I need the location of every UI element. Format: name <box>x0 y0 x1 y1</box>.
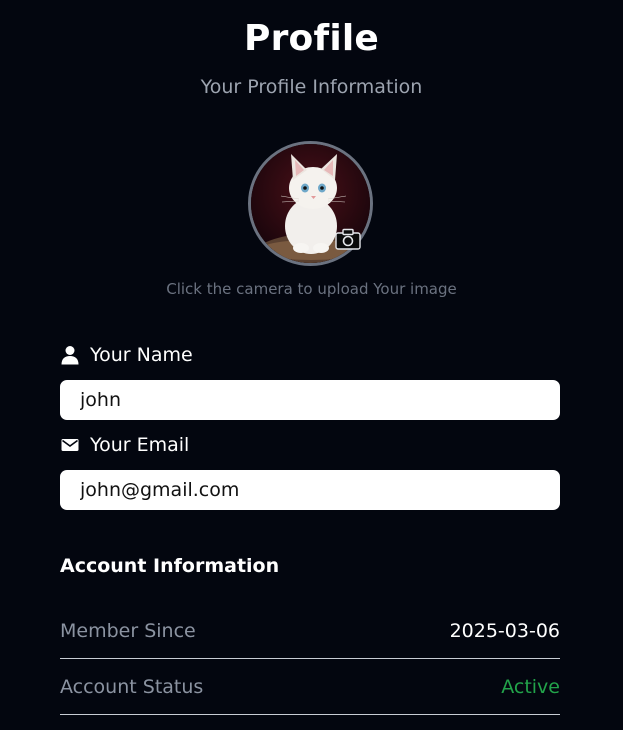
user-icon <box>61 346 79 365</box>
name-field-label: Your Name <box>60 344 193 366</box>
camera-icon[interactable] <box>335 228 361 250</box>
member-since-row: Member Since 2025-03-06 <box>60 603 560 659</box>
upload-hint: Click the camera to upload Your image <box>166 280 457 298</box>
email-field-label: Your Email <box>60 434 189 456</box>
page-title: Profile <box>243 18 380 59</box>
account-status-label: Account Status <box>60 675 204 698</box>
profile-page: Profile Your Profile Information Click t… <box>0 0 623 730</box>
page-subtitle: Your Profile Information <box>200 76 423 98</box>
email-input[interactable] <box>60 470 560 510</box>
avatar-container <box>248 141 373 266</box>
member-since-value: 2025-03-06 <box>449 619 560 642</box>
email-label-text: Your Email <box>90 434 190 456</box>
member-since-label: Member Since <box>60 619 196 642</box>
name-input[interactable] <box>60 380 560 420</box>
status-badge: Active <box>501 675 560 698</box>
account-section-title: Account Information <box>60 555 280 577</box>
upload-camera-button[interactable] <box>335 228 361 250</box>
account-status-row: Account Status Active <box>60 659 560 715</box>
envelope-icon <box>61 439 79 451</box>
name-label-text: Your Name <box>90 344 193 366</box>
